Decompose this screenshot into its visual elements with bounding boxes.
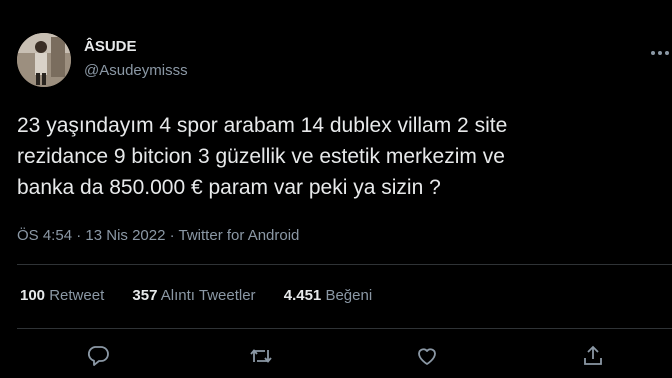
retweet-label: Retweet bbox=[49, 287, 105, 304]
divider bbox=[17, 264, 672, 265]
like-stat[interactable]: 4.451 Beğeni bbox=[284, 287, 372, 304]
tweet: ÂSUDE @Asudeymisss 23 yaşındayım 4 spor … bbox=[0, 0, 672, 378]
author-handle[interactable]: @Asudeymisss bbox=[84, 62, 188, 79]
retweet-icon bbox=[250, 349, 272, 363]
tweet-date[interactable]: 13 Nis 2022 bbox=[85, 227, 165, 244]
more-options-icon[interactable] bbox=[646, 43, 672, 63]
tweet-text: 23 yaşındayım 4 spor arabam 14 dublex vi… bbox=[17, 114, 508, 199]
like-count: 4.451 bbox=[283, 287, 322, 304]
divider bbox=[17, 328, 672, 329]
engagement-stats: 100 Retweet 357 Alıntı Tweetler 4.451 Be… bbox=[20, 287, 396, 304]
retweet-stat[interactable]: 100 Retweet bbox=[20, 287, 104, 304]
like-icon bbox=[418, 348, 436, 365]
reply-button[interactable] bbox=[85, 343, 111, 369]
tweet-time[interactable]: ÖS 4:54 bbox=[17, 227, 72, 244]
retweet-button[interactable] bbox=[248, 343, 274, 369]
avatar-photo-icon bbox=[17, 33, 71, 87]
quote-tweet-label: Alıntı Tweetler bbox=[160, 287, 256, 304]
meta-separator: · bbox=[165, 227, 179, 244]
share-button[interactable] bbox=[580, 343, 606, 369]
author-display-name[interactable]: ÂSUDE bbox=[84, 38, 137, 55]
share-icon bbox=[584, 345, 602, 365]
like-button[interactable] bbox=[414, 343, 440, 369]
tweet-client[interactable]: Twitter for Android bbox=[179, 227, 300, 244]
avatar[interactable] bbox=[17, 33, 71, 87]
reply-icon bbox=[87, 346, 109, 366]
quote-tweet-stat[interactable]: 357 Alıntı Tweetler bbox=[132, 287, 255, 304]
meta-separator: · bbox=[72, 227, 86, 244]
like-label: Beğeni bbox=[325, 287, 373, 304]
retweet-count: 100 bbox=[20, 287, 46, 304]
quote-tweet-count: 357 bbox=[132, 287, 158, 304]
tweet-meta: ÖS 4:54 · 13 Nis 2022 · Twitter for Andr… bbox=[17, 227, 299, 244]
